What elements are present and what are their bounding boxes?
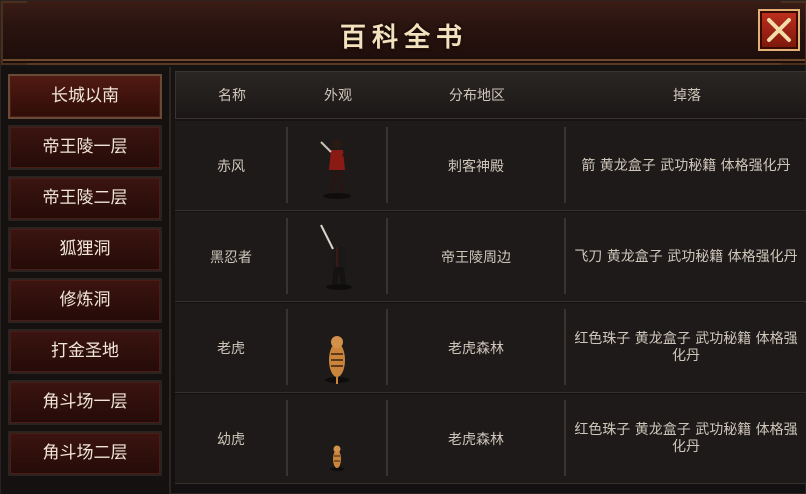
monster-appearance bbox=[287, 212, 387, 302]
tiger-sprite bbox=[325, 336, 349, 384]
sidebar-item-gold-land[interactable]: 打金圣地 bbox=[8, 329, 162, 374]
monster-region: 刺客神殿 bbox=[448, 159, 504, 175]
table-row: 老虎 老虎森林 红色珠子 黄龙盒子 武功秘籍 体格强化丹 bbox=[175, 303, 806, 393]
sidebar-item-arena-1[interactable]: 角斗场一层 bbox=[8, 380, 162, 425]
sidebar-item-training-cave[interactable]: 修炼洞 bbox=[8, 278, 162, 323]
cub-tiger-sprite bbox=[330, 445, 344, 471]
monster-drops: 红色珠子 黄龙盒子 武功秘籍 体格强化丹 bbox=[574, 422, 798, 455]
monster-name: 幼虎 bbox=[217, 432, 245, 448]
table-row: 赤风 刺客神殿 箭 黄龙盒子 武功秘籍 体格强化丹 bbox=[175, 121, 806, 211]
table-row: 黑忍者 帝王陵周边 飞刀 黄龙盒子 武功秘籍 体格强化丹 bbox=[175, 212, 806, 302]
sidebar-item-diwangling-2[interactable]: 帝王陵二层 bbox=[8, 176, 162, 221]
encyclopedia-window: 百科全书 长城以南 帝王陵一层 帝王陵二层 狐狸洞 修炼洞 打金圣地 角斗场一层… bbox=[0, 0, 806, 494]
monster-table: 名称 外观 分布地区 掉落 赤风 刺客神殿 箭 黄龙盒子 武功秘籍 体格强化丹 … bbox=[175, 71, 806, 494]
title-bar: 百科全书 bbox=[1, 1, 806, 65]
monster-region: 帝王陵周边 bbox=[441, 250, 511, 266]
monster-region: 老虎森林 bbox=[448, 432, 504, 448]
column-header-name: 名称 bbox=[218, 88, 246, 104]
table-header: 名称 外观 分布地区 掉落 bbox=[175, 71, 806, 119]
close-icon bbox=[767, 18, 791, 42]
monster-appearance bbox=[287, 394, 387, 484]
column-header-appearance: 外观 bbox=[324, 88, 352, 104]
red-assassin-sprite bbox=[320, 139, 353, 199]
monster-drops: 飞刀 黄龙盒子 武功秘籍 体格强化丹 bbox=[574, 248, 798, 265]
monster-name: 赤风 bbox=[217, 159, 245, 175]
close-button[interactable] bbox=[758, 9, 800, 51]
monster-region: 老虎森林 bbox=[448, 341, 504, 357]
monster-appearance bbox=[287, 303, 387, 393]
sidebar-item-arena-2[interactable]: 角斗场二层 bbox=[8, 431, 162, 476]
sidebar-item-changchengyinan[interactable]: 长城以南 bbox=[8, 74, 162, 119]
table-row: 幼虎 老虎森林 红色珠子 黄龙盒子 武功秘籍 体格强化丹 bbox=[175, 394, 806, 484]
monster-drops: 红色珠子 黄龙盒子 武功秘籍 体格强化丹 bbox=[574, 331, 798, 364]
column-header-drops: 掉落 bbox=[673, 88, 701, 104]
black-ninja-sprite bbox=[320, 224, 352, 290]
sidebar-item-diwangling-1[interactable]: 帝王陵一层 bbox=[8, 125, 162, 170]
window-title: 百科全书 bbox=[339, 23, 468, 53]
monster-name: 老虎 bbox=[217, 341, 245, 357]
monster-drops: 箭 黄龙盒子 武功秘籍 体格强化丹 bbox=[581, 157, 791, 174]
region-sidebar: 长城以南 帝王陵一层 帝王陵二层 狐狸洞 修炼洞 打金圣地 角斗场一层 角斗场二… bbox=[1, 67, 171, 494]
monster-appearance bbox=[287, 121, 387, 211]
sidebar-item-fox-cave[interactable]: 狐狸洞 bbox=[8, 227, 162, 272]
column-header-region: 分布地区 bbox=[449, 88, 505, 104]
monster-name: 黑忍者 bbox=[210, 250, 252, 266]
